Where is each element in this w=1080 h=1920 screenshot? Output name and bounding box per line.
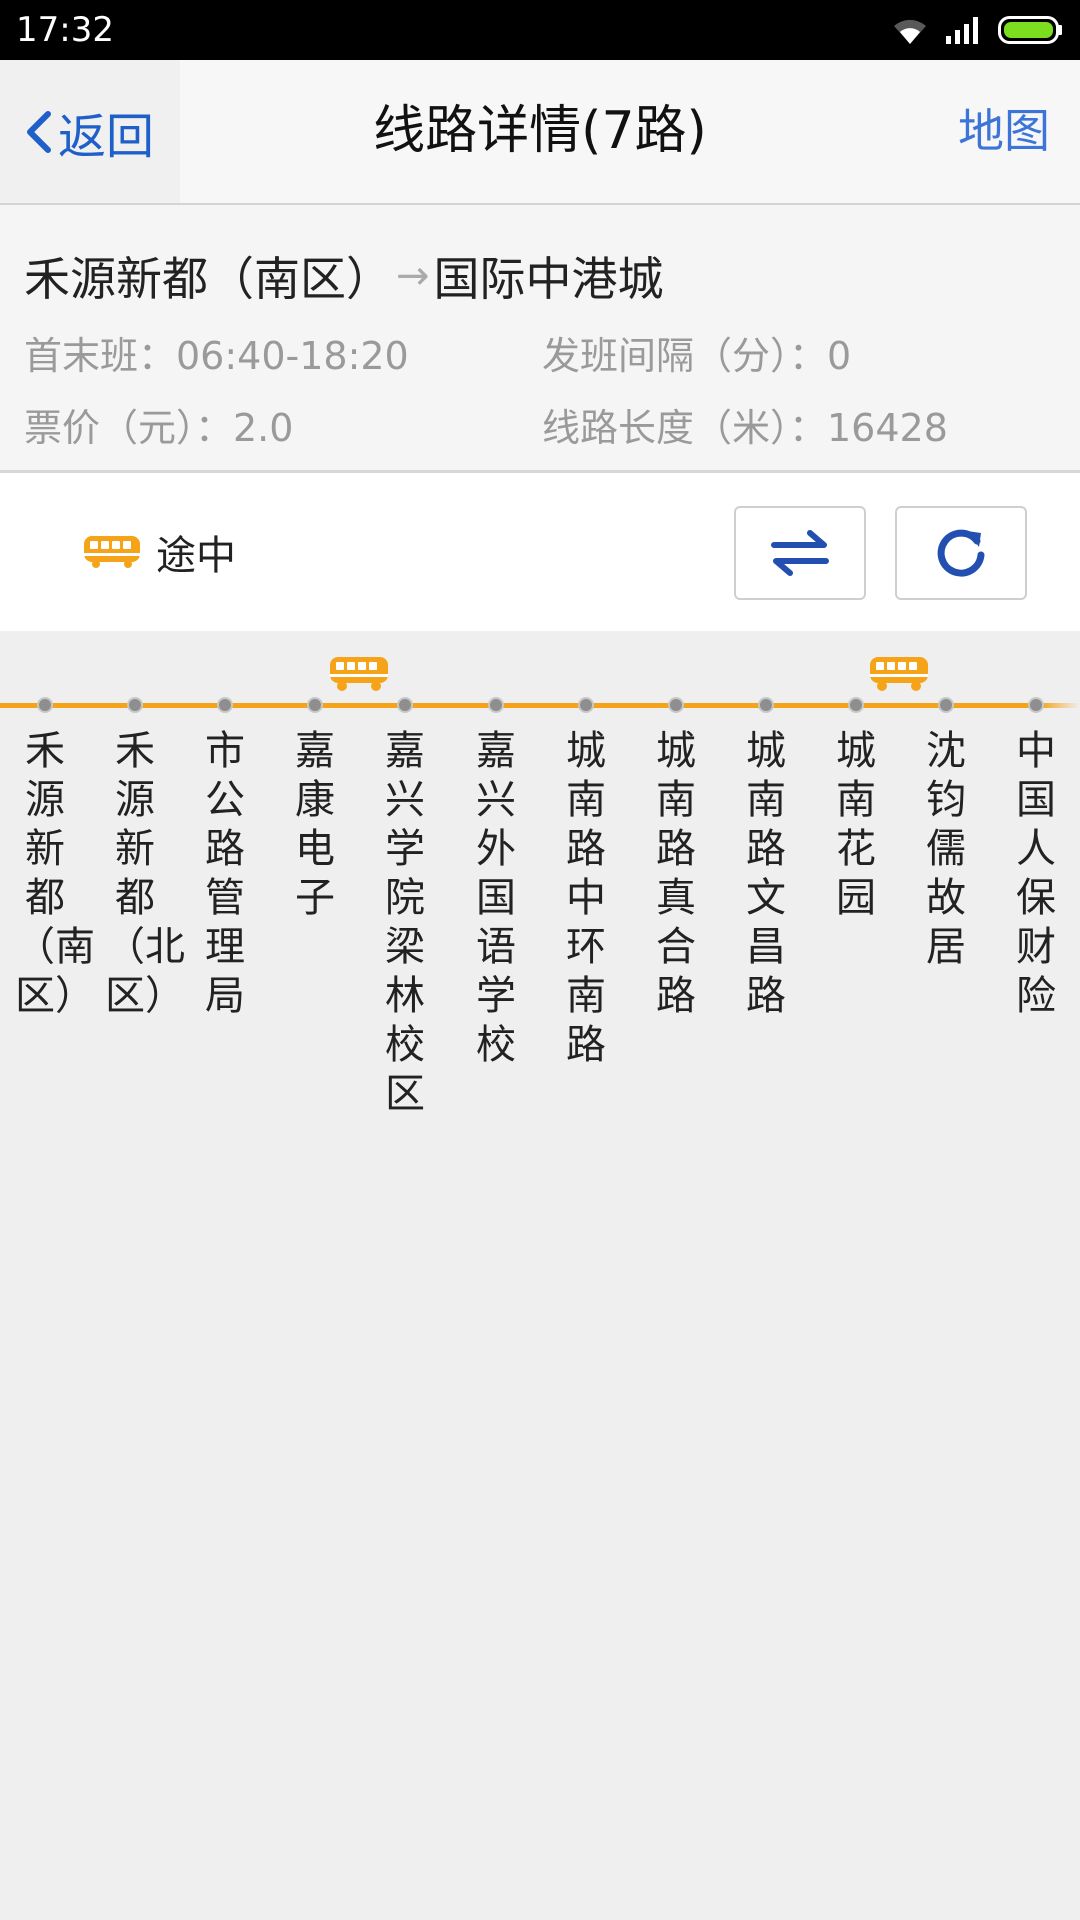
chevron-left-icon (27, 110, 51, 153)
stop-name[interactable]: 嘉兴学院梁林校区 (375, 727, 435, 1119)
stop-dot (488, 697, 504, 713)
stop-dot (938, 697, 954, 713)
status-time: 17:32 (16, 10, 114, 50)
swap-direction-button[interactable] (734, 506, 866, 600)
battery-icon (998, 16, 1062, 44)
stop-name[interactable]: 城南花园 (826, 727, 886, 923)
stop-name[interactable]: 禾源新都（南区） (15, 727, 95, 1021)
nav-bar: 返回 线路详情(7路) 地图 (0, 60, 1080, 205)
stop-dot (848, 697, 864, 713)
stop-name[interactable]: 城南路文昌路 (736, 727, 796, 1021)
departure-interval: 发班间隔（分）：0 (542, 334, 852, 378)
route-origin: 禾源新都（南区） (24, 252, 392, 306)
bus-status-row: 途中 (0, 473, 1080, 631)
stop-dot (578, 697, 594, 713)
stop-name[interactable]: 嘉兴外国语学校 (466, 727, 526, 1070)
stop-dot (758, 697, 774, 713)
stop-dot (397, 697, 413, 713)
route-line (0, 703, 1080, 708)
route-line-continuation (1040, 703, 1080, 708)
bus-icon (84, 536, 140, 568)
stop-dot (668, 697, 684, 713)
stop-dot (1028, 697, 1044, 713)
bus-status-label: 途中 (156, 533, 236, 579)
stop-name[interactable]: 城南路中环南路 (556, 727, 616, 1070)
wifi-icon (894, 19, 926, 44)
route-info-panel: 禾源新都（南区） → 国际中港城 首末班：06:40-18:20 发班间隔（分）… (0, 205, 1080, 473)
stop-name[interactable]: 中国人保财险 (1006, 727, 1066, 1021)
back-label: 返回 (58, 108, 155, 165)
status-bar: 17:32 (0, 0, 1080, 60)
back-button[interactable]: 返回 (0, 60, 180, 203)
bus-marker-icon (330, 657, 388, 691)
stop-name[interactable]: 沈钧儒故居 (916, 727, 976, 972)
stop-name[interactable]: 市公路管理局 (195, 727, 255, 1021)
fare: 票价（元）：2.0 (24, 406, 294, 450)
stops-area[interactable]: 禾源新都（南区） 禾源新都（北区） 市公路管理局 嘉康电子 嘉兴学院梁林校区 嘉兴外国语学… (0, 631, 1080, 1920)
stop-dot (37, 697, 53, 713)
route-length: 线路长度（米）：16428 (542, 406, 948, 450)
first-last-bus-time: 首末班：06:40-18:20 (24, 334, 409, 378)
swap-icon (771, 530, 829, 576)
stop-name[interactable]: 嘉康电子 (285, 727, 345, 923)
route-arrow: → (396, 253, 430, 299)
stop-dot (217, 697, 233, 713)
route-destination: 国际中港城 (433, 252, 664, 306)
refresh-button[interactable] (895, 506, 1027, 600)
bus-status-legend: 途中 (82, 473, 236, 631)
signal-icon (946, 17, 978, 44)
stop-dot (127, 697, 143, 713)
route-endpoints: 禾源新都（南区） → 国际中港城 (24, 243, 664, 309)
bus-marker-icon (870, 657, 928, 691)
stop-dot (307, 697, 323, 713)
refresh-icon (937, 529, 985, 577)
stop-name[interactable]: 城南路真合路 (646, 727, 706, 1021)
status-icons (890, 10, 1064, 50)
map-button[interactable]: 地图 (958, 60, 1050, 203)
stop-name[interactable]: 禾源新都（北区） (105, 727, 185, 1021)
